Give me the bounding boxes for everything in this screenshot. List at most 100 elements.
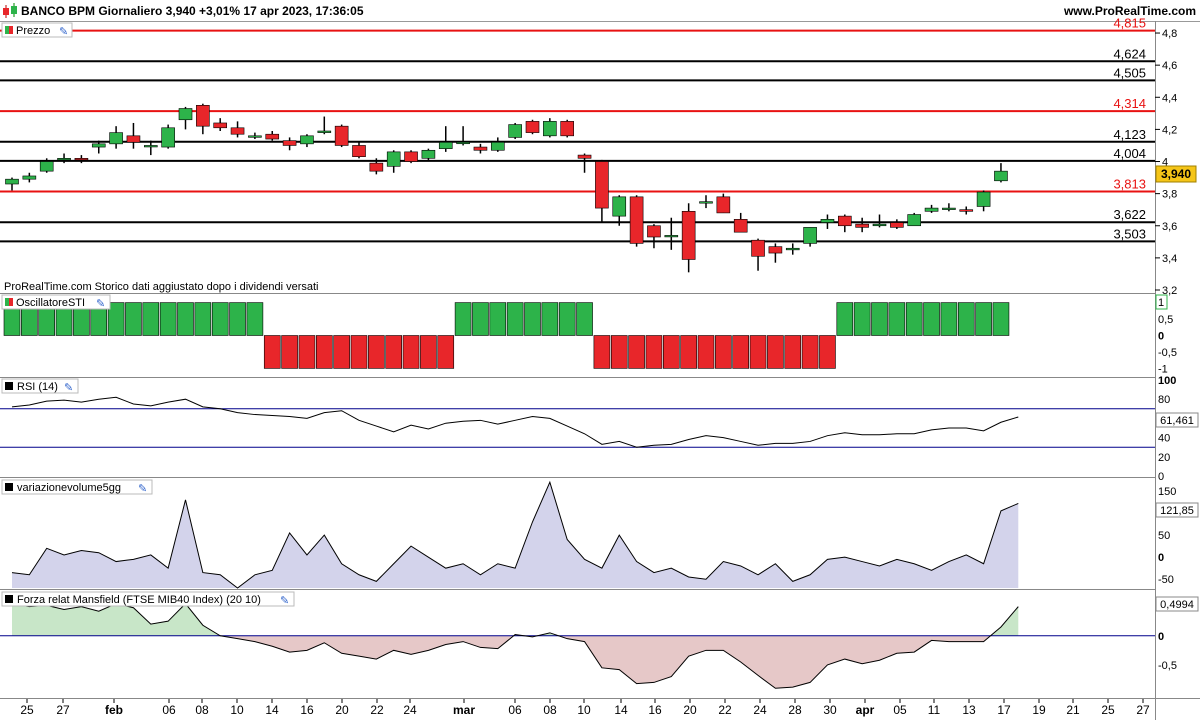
rsi-tick-label: 0 (1158, 471, 1164, 483)
x-tick-label: 20 (683, 703, 697, 717)
volume-tick-label: -50 (1158, 574, 1174, 586)
sti-label-box[interactable]: OscillatoreSTI ✎ (1, 294, 111, 310)
wrench-icon[interactable]: ✎ (280, 595, 289, 607)
candle-body (716, 196, 731, 214)
wrench-icon[interactable]: ✎ (96, 298, 105, 310)
candle-body (942, 207, 956, 210)
candle-body (959, 209, 974, 212)
candle-body (890, 222, 904, 228)
candle (196, 103, 210, 135)
sti-badge: 1 (1155, 294, 1168, 310)
sti-bar (576, 302, 593, 336)
candle-body (161, 127, 175, 148)
mansfield-badge: 0,4994 (1155, 596, 1199, 612)
sti-bar (263, 335, 281, 369)
sti-tick-label: -1 (1158, 363, 1168, 375)
sti-bar (472, 302, 489, 336)
candle-body (438, 141, 453, 149)
svg-text:3,940: 3,940 (1161, 167, 1191, 181)
sti-bar (541, 302, 559, 336)
candle-body (369, 162, 384, 172)
sti-panel-icon (5, 298, 9, 306)
x-tick-label: feb (105, 703, 123, 717)
wrench-icon[interactable]: ✎ (64, 382, 73, 394)
rsi-plot (0, 396, 1155, 448)
candle-body (490, 141, 505, 151)
sti-bar (524, 302, 541, 336)
x-tick-label: 11 (928, 703, 941, 717)
level-label: 4,314 (1113, 96, 1146, 111)
candle (248, 132, 262, 140)
candle-body (508, 124, 522, 138)
wrench-icon[interactable]: ✎ (59, 26, 68, 38)
sti-bar (368, 335, 385, 369)
candle (837, 214, 852, 233)
sti-bar (229, 302, 246, 336)
sti-bar (888, 302, 906, 336)
sti-bar (489, 302, 507, 336)
candle-body (595, 161, 609, 209)
candle (5, 177, 19, 191)
price-tick-label: 4,2 (1162, 124, 1177, 136)
volume-area (12, 482, 1019, 588)
sti-bar (610, 335, 628, 369)
candle (994, 163, 1008, 183)
sti-bar (767, 335, 784, 369)
candle (404, 150, 418, 164)
candle-body (300, 135, 314, 145)
sti-bar (454, 302, 472, 336)
candle-body (91, 143, 106, 148)
x-tick-label: 06 (508, 703, 522, 717)
candle-body (404, 151, 418, 162)
sti-bar (159, 302, 177, 336)
candle (820, 214, 835, 229)
price-panel-icon (5, 26, 9, 34)
x-tick-label: 05 (893, 703, 907, 717)
candle (213, 118, 227, 131)
price-tick-label: 3,4 (1162, 253, 1177, 265)
price-label-box[interactable]: Prezzo ✎ (1, 22, 73, 38)
rsi-panel-label: RSI (14) (17, 381, 58, 393)
candle-body (785, 247, 800, 251)
candle (803, 227, 817, 247)
sti-bar (177, 302, 194, 336)
rsi-label-box[interactable]: RSI (14) ✎ (1, 378, 79, 394)
sti-bar (281, 335, 298, 369)
price-tick-label: 4,6 (1162, 60, 1177, 72)
x-tick-label: 27 (1136, 703, 1150, 717)
candle-body (5, 178, 19, 185)
sti-bar (194, 302, 212, 336)
candle-body (577, 154, 592, 159)
svg-text:121,85: 121,85 (1160, 505, 1194, 517)
sti-bar (125, 302, 142, 336)
candle (144, 140, 158, 156)
candle (612, 195, 627, 226)
mansfield-panel-label: Forza relat Mansfield (FTSE MIB40 Index)… (17, 594, 261, 606)
candle-body (334, 125, 349, 146)
price-axis: 4,84,64,44,243,83,63,43,2 (1155, 28, 1177, 297)
mansfield-label-box[interactable]: Forza relat Mansfield (FTSE MIB40 Index)… (1, 591, 295, 607)
candle (352, 142, 366, 159)
wrench-icon[interactable]: ✎ (138, 483, 147, 495)
candle (386, 150, 401, 173)
x-axis: 25 27 feb 06 08 10 14 16 20 22 24 mar 06 08 10 14 16 20 22… (20, 699, 1150, 717)
candle (595, 159, 609, 223)
x-tick-label: 25 (20, 703, 34, 717)
x-tick-label: apr (856, 703, 875, 717)
candle-body (907, 214, 922, 227)
level-label: 4,123 (1113, 127, 1146, 142)
sti-bar (593, 335, 611, 369)
candle (282, 137, 297, 151)
candle-body (22, 175, 37, 180)
rsi-tick-label: 20 (1158, 452, 1170, 464)
volume-label-box[interactable]: variazionevolume5gg ✎ (1, 479, 153, 495)
level-label: 3,813 (1113, 177, 1146, 192)
candle-body (352, 145, 366, 157)
x-tick-label: 14 (614, 703, 628, 717)
sti-bar (350, 335, 368, 369)
volume-panel-label: variazionevolume5gg (17, 482, 121, 494)
candle-body (282, 140, 297, 146)
x-tick-label: 10 (577, 703, 591, 717)
candle (647, 224, 661, 249)
sti-bar (142, 302, 160, 336)
